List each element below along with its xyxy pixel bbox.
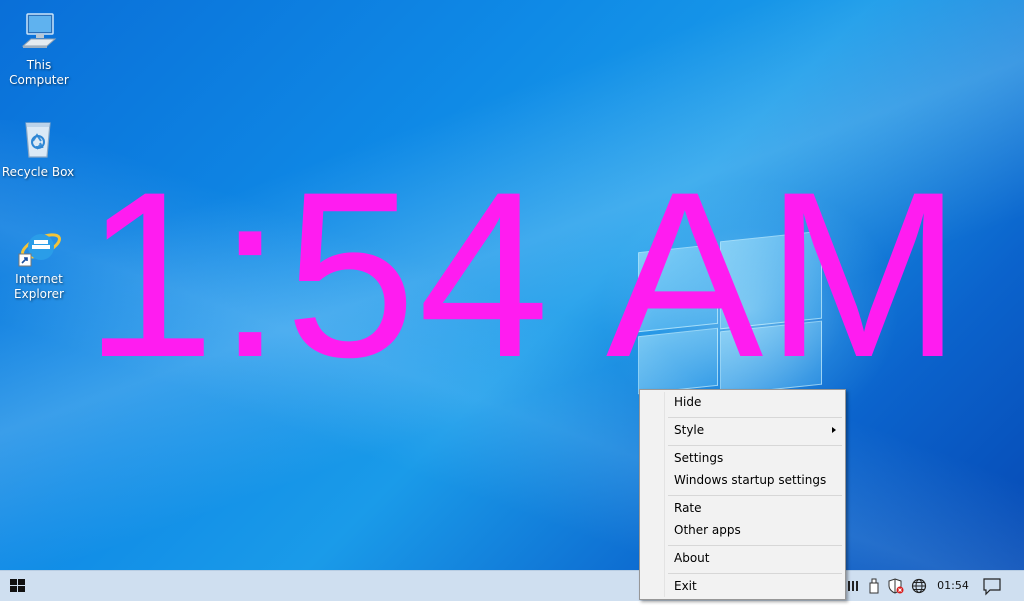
desktop-icon-label: Recycle Box — [1, 165, 75, 179]
recycle-bin-icon — [16, 117, 60, 161]
clock-overlay-time: 1:54 AM — [84, 143, 964, 407]
desktop-icon-this-computer[interactable]: This Computer — [1, 10, 77, 88]
network-globe-icon[interactable] — [911, 578, 927, 594]
action-center-button[interactable] — [980, 571, 1004, 601]
menu-item-exit[interactable]: Exit — [668, 575, 846, 597]
tray-context-menu: Hide Style Settings Windows startup sett… — [639, 389, 846, 600]
desktop-icon-label: Internet Explorer — [14, 272, 64, 301]
menu-separator — [668, 573, 842, 574]
action-center-icon — [983, 578, 1001, 596]
security-shield-icon[interactable] — [888, 578, 904, 594]
desktop-background: This Computer Recycle Box Internet Explo — [0, 0, 1024, 570]
windows-logo-icon — [10, 579, 26, 593]
menu-separator — [668, 445, 842, 446]
menu-separator — [668, 417, 842, 418]
submenu-arrow-icon — [832, 427, 836, 433]
menu-item-settings[interactable]: Settings — [668, 447, 846, 469]
menu-separator — [668, 495, 842, 496]
menu-item-other-apps[interactable]: Other apps — [668, 519, 846, 541]
menu-item-style[interactable]: Style — [668, 419, 846, 441]
menu-item-label: About — [674, 551, 710, 565]
menu-item-label: Exit — [674, 579, 697, 593]
menu-item-rate[interactable]: Rate — [668, 497, 846, 519]
taskbar-pin-icon[interactable] — [846, 578, 862, 594]
menu-item-label: Style — [674, 423, 705, 437]
taskbar: 01:54 — [0, 570, 1024, 601]
desktop-icon-internet-explorer[interactable]: Internet Explorer — [1, 224, 77, 302]
menu-item-label: Other apps — [674, 523, 741, 537]
usb-drive-icon[interactable] — [866, 578, 882, 594]
menu-item-windows-startup-settings[interactable]: Windows startup settings — [668, 469, 846, 491]
menu-item-label: Hide — [674, 395, 702, 409]
desktop-icon-recycle-box[interactable]: Recycle Box — [0, 117, 76, 180]
menu-item-about[interactable]: About — [668, 547, 846, 569]
menu-item-hide[interactable]: Hide — [668, 391, 846, 413]
start-button[interactable] — [0, 571, 36, 601]
menu-separator — [668, 545, 842, 546]
menu-item-label: Settings — [674, 451, 724, 465]
menu-item-label: Windows startup settings — [674, 473, 827, 487]
desktop-icon-label: This Computer — [9, 58, 69, 87]
menu-icon-gutter — [664, 392, 665, 597]
taskbar-clock[interactable]: 01:54 — [934, 571, 972, 601]
computer-icon — [17, 10, 61, 54]
internet-explorer-icon — [17, 224, 61, 268]
menu-item-label: Rate — [674, 501, 702, 515]
